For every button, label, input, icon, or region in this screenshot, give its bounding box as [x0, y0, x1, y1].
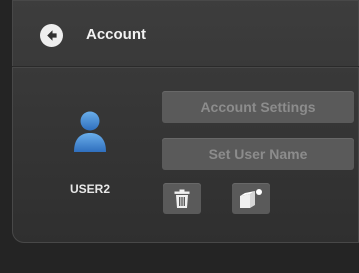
page-title: Account — [86, 26, 146, 43]
switch-user-button[interactable] — [232, 183, 270, 214]
switch-user-icon — [240, 188, 262, 208]
account-settings-button[interactable]: Account Settings — [162, 91, 354, 123]
delete-user-button[interactable] — [163, 183, 201, 214]
user-avatar-icon — [74, 111, 106, 152]
set-user-name-button[interactable]: Set User Name — [162, 138, 354, 170]
username-label: USER2 — [69, 182, 110, 196]
back-button[interactable] — [40, 24, 63, 47]
arrow-left-icon — [47, 30, 57, 41]
account-settings-label: Account Settings — [200, 99, 316, 115]
header-divider — [12, 66, 359, 67]
set-user-name-label: Set User Name — [208, 146, 308, 162]
trash-icon — [174, 189, 190, 208]
